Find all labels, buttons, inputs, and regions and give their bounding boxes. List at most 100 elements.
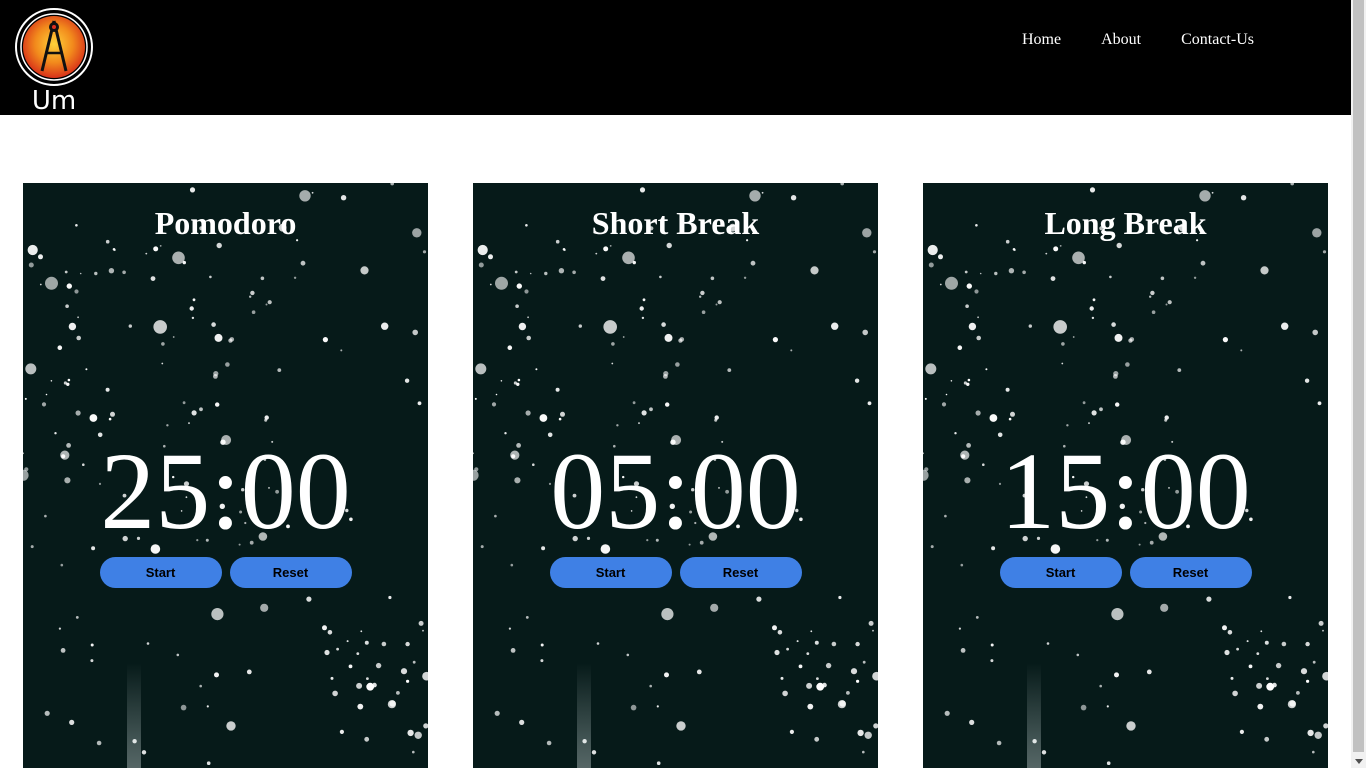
long-break-card: Long Break 15:00 Start Reset xyxy=(923,183,1328,768)
star-dot xyxy=(958,627,961,630)
star-dot xyxy=(356,652,360,655)
star-dot xyxy=(150,276,156,281)
star-dot xyxy=(405,641,410,647)
star-dot xyxy=(990,659,994,663)
star-dot xyxy=(831,641,837,647)
star-dot xyxy=(780,676,784,680)
scroll-down-arrow-icon[interactable] xyxy=(1355,759,1363,764)
timer-controls: Start Reset xyxy=(923,557,1328,588)
star-dot xyxy=(478,262,484,268)
star-dot xyxy=(1312,660,1316,664)
star-dot xyxy=(1296,691,1300,695)
star-dot xyxy=(260,603,269,612)
star-dot xyxy=(1115,402,1120,407)
light-beam xyxy=(127,663,141,768)
star-dot xyxy=(1126,721,1136,731)
star-dot xyxy=(1050,276,1056,281)
star-dot xyxy=(214,672,219,678)
star-dot xyxy=(839,700,846,707)
star-dot xyxy=(777,630,783,635)
star-dot xyxy=(979,272,982,275)
star-dot xyxy=(1199,190,1211,202)
star-dot xyxy=(407,729,414,737)
star-dot xyxy=(810,266,819,275)
star-dot xyxy=(541,546,546,551)
start-button[interactable]: Start xyxy=(999,557,1122,588)
star-dot xyxy=(360,630,363,633)
star-dot xyxy=(814,640,819,645)
star-dot xyxy=(873,723,878,729)
star-dot xyxy=(390,183,394,186)
star-dot xyxy=(1206,596,1212,602)
star-dot xyxy=(1266,677,1269,680)
star-dot xyxy=(24,397,27,400)
star-dot xyxy=(1082,401,1086,405)
reset-button[interactable]: Reset xyxy=(679,557,802,588)
star-dot xyxy=(491,402,497,407)
star-dot xyxy=(822,682,827,688)
star-dot xyxy=(422,250,427,254)
star-dot xyxy=(603,320,617,334)
star-dot xyxy=(1240,195,1247,201)
star-dot xyxy=(1088,422,1090,425)
timer-controls: Start Reset xyxy=(473,557,878,588)
star-dot xyxy=(58,627,62,630)
star-dot xyxy=(1236,647,1239,651)
star-dot xyxy=(596,642,600,645)
star-dot xyxy=(277,368,282,372)
star-dot xyxy=(518,322,527,331)
star-dot xyxy=(414,731,422,739)
start-button[interactable]: Start xyxy=(99,557,222,588)
star-dot xyxy=(638,422,640,425)
star-dot xyxy=(1224,649,1230,656)
star-dot xyxy=(199,407,203,412)
nav-home-link[interactable]: Home xyxy=(1002,28,1081,52)
nav-about-link[interactable]: About xyxy=(1081,28,1161,52)
star-dot xyxy=(488,254,493,260)
star-dot xyxy=(474,397,477,400)
star-dot xyxy=(1304,378,1310,383)
reset-button[interactable]: Reset xyxy=(1129,557,1252,588)
star-dot xyxy=(311,191,314,194)
star-dot xyxy=(41,402,47,407)
light-beam xyxy=(1027,663,1041,768)
logo[interactable]: Um xyxy=(14,5,94,116)
star-dot xyxy=(189,187,196,193)
star-dot xyxy=(209,275,212,279)
vertical-scrollbar[interactable] xyxy=(1351,0,1366,768)
nav-contact-link[interactable]: Contact-Us xyxy=(1161,28,1274,52)
star-dot xyxy=(1151,310,1156,314)
star-dot xyxy=(54,432,57,435)
star-dot xyxy=(214,333,223,342)
star-dot xyxy=(1232,690,1238,697)
star-dot xyxy=(656,761,661,765)
star-dot xyxy=(609,245,612,247)
reset-button[interactable]: Reset xyxy=(229,557,352,588)
star-dot xyxy=(517,378,521,382)
star-dot xyxy=(616,424,619,427)
star-dot xyxy=(251,310,256,314)
star-dot xyxy=(714,415,719,420)
star-dot xyxy=(1306,679,1310,683)
star-dot xyxy=(1109,275,1112,279)
star-dot xyxy=(816,677,819,680)
star-dot xyxy=(330,676,334,680)
star-dot xyxy=(176,653,180,657)
start-button[interactable]: Start xyxy=(549,557,672,588)
star-dot xyxy=(412,750,415,754)
star-dot xyxy=(1041,750,1047,755)
star-dot xyxy=(75,410,81,416)
star-dot xyxy=(786,647,789,651)
light-beam xyxy=(577,663,591,768)
star-dot xyxy=(122,270,126,275)
star-dot xyxy=(526,335,531,341)
star-dot xyxy=(406,679,410,683)
star-dot xyxy=(404,378,410,383)
star-dot xyxy=(39,283,42,286)
scrollbar-thumb[interactable] xyxy=(1353,0,1364,752)
star-dot xyxy=(1045,252,1048,255)
star-dot xyxy=(945,276,958,290)
star-dot xyxy=(679,337,685,342)
star-dot xyxy=(527,316,529,319)
star-dot xyxy=(249,295,252,298)
